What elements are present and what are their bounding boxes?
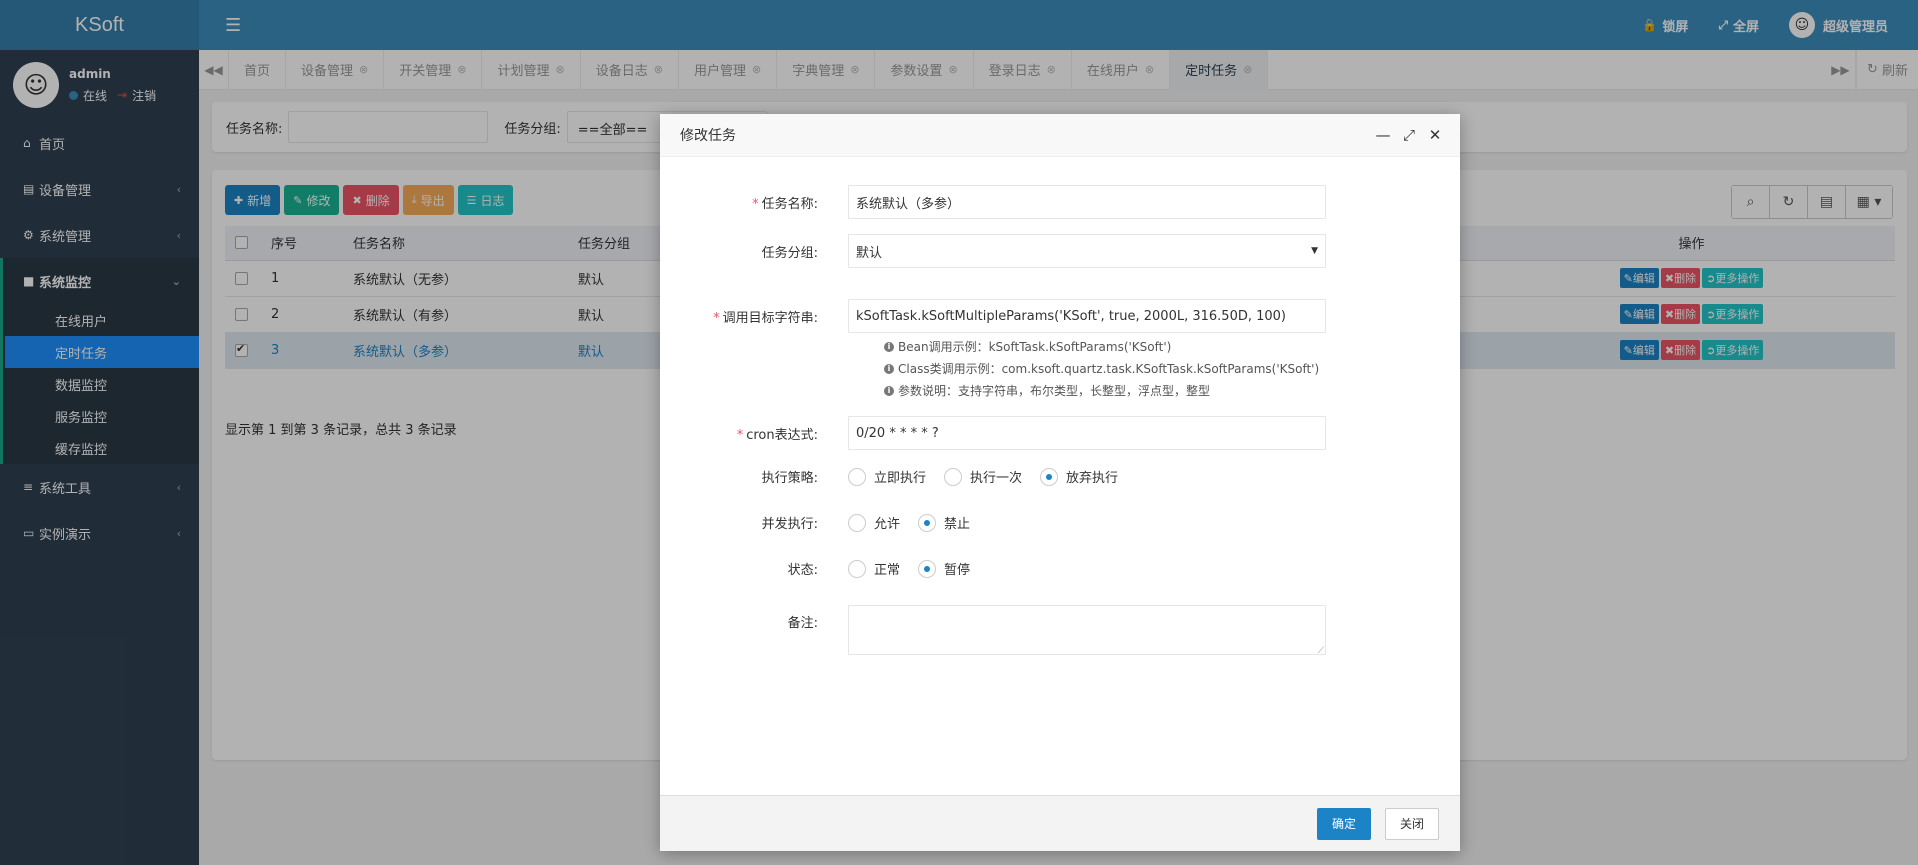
misfire-radio-abandon[interactable]: 放弃执行 [1040, 467, 1118, 486]
field-label: 调用目标字符串: [722, 310, 818, 326]
select-value: 默认 [856, 245, 883, 261]
dialog-body: * 任务名称: 系统默认（多参） 任务分组: 默认 ▼ * 调用目标字符串: kSo… [660, 157, 1460, 795]
hint-params: i 参数说明：支持字符串，布尔类型，长整型，浮点型，整型 [884, 382, 1210, 399]
radio-circle[interactable] [848, 559, 866, 578]
form-row-concurrent: 并发执行: 允许 禁止 [660, 513, 1460, 532]
field-label: 并发执行: [761, 517, 818, 532]
hint-class: i Class类调用示例：com.ksoft.quartz.task.KSoftT… [884, 360, 1319, 377]
radio-circle[interactable] [944, 467, 963, 486]
form-row-remark: 备注: [660, 605, 1460, 656]
cron-expression-input[interactable]: 0/20 * * * * ? [848, 416, 1326, 450]
required-marker: * [713, 310, 720, 326]
invoke-target-input[interactable]: kSoftTask.kSoftMultipleParams('KSoft', t… [848, 299, 1326, 333]
radio-label: 正常 [874, 563, 901, 578]
edit-job-dialog: 修改任务 — ⤢ ✕ * 任务名称: 系统默认（多参） 任务分组: 默认 ▼ * 调… [660, 114, 1460, 851]
form-row-job-name: * 任务名称: 系统默认（多参） [660, 185, 1460, 219]
radio-label: 放弃执行 [1066, 471, 1119, 486]
field-label: 任务名称: [761, 196, 818, 212]
field-label: 执行策略: [761, 471, 818, 486]
form-row-misfire: 执行策略: 立即执行 执行一次 放弃执行 [660, 467, 1460, 486]
caret-down-icon: ▼ [1311, 246, 1318, 256]
concurrent-radio-forbid[interactable]: 禁止 [918, 513, 970, 532]
maximize-icon[interactable]: ⤢ [1396, 126, 1422, 144]
info-icon: i [884, 363, 894, 374]
radio-label: 执行一次 [970, 471, 1023, 486]
radio-label: 允许 [874, 517, 901, 532]
radio-label: 暂停 [944, 563, 971, 578]
job-name-input[interactable]: 系统默认（多参） [848, 185, 1326, 219]
radio-circle[interactable] [918, 513, 937, 532]
dialog-footer: 确定 关闭 [660, 795, 1460, 851]
hint-text: 参数说明：支持字符串，布尔类型，长整型，浮点型，整型 [898, 384, 1211, 398]
status-radio-normal[interactable]: 正常 [848, 559, 900, 578]
hint-text: Class类调用示例：com.ksoft.quartz.task.KSoftTa… [898, 362, 1320, 376]
form-row-cron: * cron表达式: 0/20 * * * * ? [660, 416, 1460, 450]
misfire-radio-once[interactable]: 执行一次 [944, 467, 1022, 486]
job-group-select[interactable]: 默认 ▼ [848, 234, 1326, 268]
misfire-policy-radios: 立即执行 执行一次 放弃执行 [848, 467, 1136, 486]
form-row-job-group: 任务分组: 默认 ▼ [660, 234, 1460, 268]
minimize-icon[interactable]: — [1370, 126, 1396, 144]
status-radio-paused[interactable]: 暂停 [918, 559, 970, 578]
status-radios: 正常 暂停 [848, 559, 988, 578]
field-label: 备注: [787, 616, 818, 631]
info-icon: i [884, 385, 894, 396]
required-marker: * [752, 196, 759, 212]
radio-label: 立即执行 [874, 471, 927, 486]
field-label: cron表达式: [746, 427, 818, 443]
form-row-status: 状态: 正常 暂停 [660, 559, 1460, 578]
dialog-title: 修改任务 [680, 128, 736, 144]
concurrent-radios: 允许 禁止 [848, 513, 988, 532]
radio-circle[interactable] [918, 559, 937, 578]
form-row-invoke-target: * 调用目标字符串: kSoftTask.kSoftMultipleParams(… [660, 299, 1460, 333]
radio-circle[interactable] [848, 467, 866, 486]
confirm-button[interactable]: 确定 [1316, 807, 1371, 840]
radio-circle[interactable] [1040, 467, 1059, 486]
radio-circle[interactable] [848, 513, 866, 532]
dialog-header: 修改任务 — ⤢ ✕ [660, 114, 1460, 157]
concurrent-radio-allow[interactable]: 允许 [848, 513, 900, 532]
remark-textarea[interactable] [848, 605, 1326, 656]
close-icon[interactable]: ✕ [1422, 126, 1448, 144]
required-marker: * [736, 427, 744, 443]
hint-text: Bean调用示例：kSoftTask.kSoftParams('KSoft') [898, 340, 1172, 354]
misfire-radio-immediate[interactable]: 立即执行 [848, 467, 926, 486]
field-label: 状态: [787, 563, 818, 578]
close-button[interactable]: 关闭 [1384, 807, 1439, 840]
info-icon: i [884, 341, 894, 352]
field-label: 任务分组: [761, 245, 818, 261]
radio-label: 禁止 [944, 517, 971, 532]
hint-bean: i Bean调用示例：kSoftTask.kSoftParams('KSoft') [884, 338, 1171, 355]
